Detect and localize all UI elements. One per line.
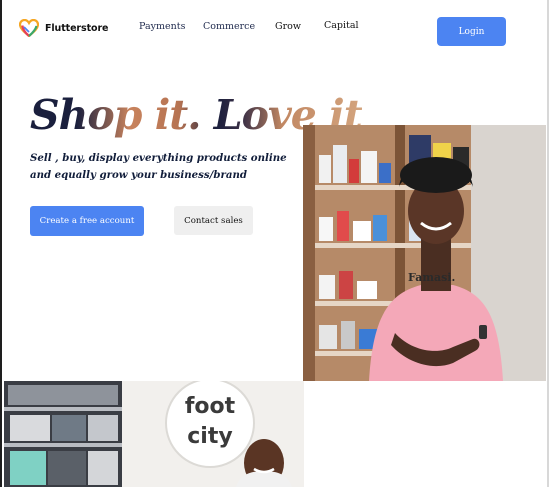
nav-link-payments[interactable]: Payments [139,21,185,32]
heart-logo-icon [19,19,39,37]
nav-link-commerce[interactable]: Commerce [203,21,255,32]
store-sign-line2: city [187,424,232,449]
shirt-text: Famasi. [408,271,455,284]
top-navbar: Flutterstore Payments Commerce Grow Capi… [0,0,549,60]
create-account-button[interactable]: Create a free account [30,206,144,236]
nav-link-capital[interactable]: Capital [324,20,359,31]
store-photo-foot-city: foot city [4,381,304,487]
contact-sales-button[interactable]: Contact sales [174,206,253,235]
hero-subtitle: Sell , buy, display everything products … [30,152,287,181]
hero-photo-shopkeeper: Famasi. [303,125,546,381]
brand-logo[interactable]: Flutterstore [19,19,108,37]
store-sign-line1: foot [185,394,236,419]
login-button[interactable]: Login [437,17,506,46]
nav-link-grow[interactable]: Grow [275,21,301,32]
brand-name: Flutterstore [45,22,109,34]
